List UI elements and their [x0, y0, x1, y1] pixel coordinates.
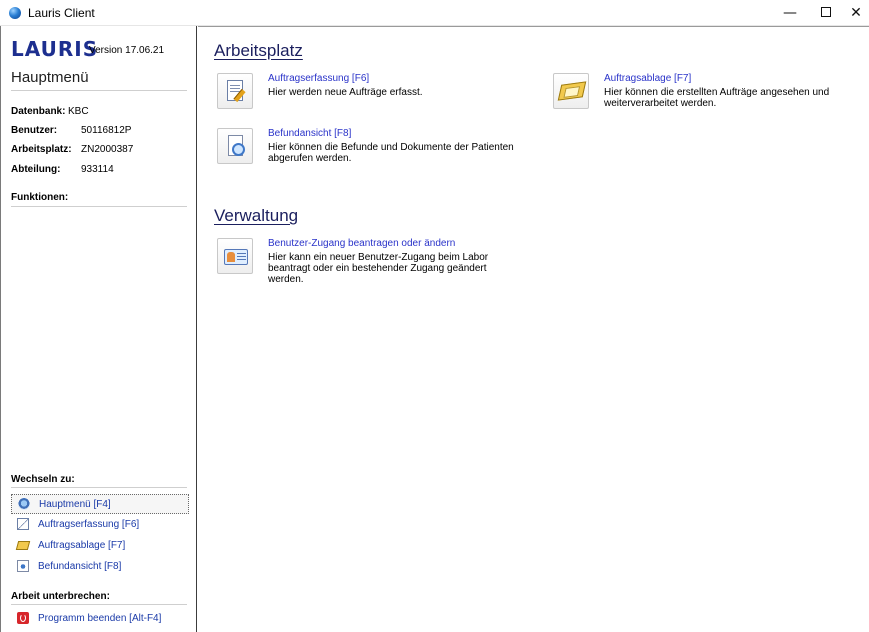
tile-description: Hier werden neue Aufträge erfasst.: [268, 87, 423, 98]
info-value: KBC: [68, 106, 89, 117]
nav-item-auftragserfassung[interactable]: Auftragserfassung [F6]: [11, 515, 189, 535]
nav-item-label: Befundansicht [F8]: [38, 561, 122, 572]
id-card-icon[interactable]: [217, 238, 253, 274]
sidebar: LAURIS Version 17.06.21 Hauptmenü Datenb…: [0, 26, 197, 632]
window-title: Lauris Client: [28, 6, 95, 20]
nav-item-label: Auftragserfassung [F6]: [38, 519, 140, 530]
tile-auftragsablage[interactable]: Auftragsablage [F7] Hier können die erst…: [553, 73, 853, 123]
info-value: 933114: [81, 164, 114, 175]
app-icon: [9, 7, 21, 19]
close-button[interactable]: ✕: [843, 0, 869, 26]
tile-link[interactable]: Auftragsablage [F7]: [604, 73, 691, 84]
info-value: ZN2000387: [81, 144, 134, 155]
lauris-logo: LAURIS: [11, 37, 99, 61]
info-workstation: Arbeitsplatz: ZN2000387: [11, 144, 133, 155]
title-bar: Lauris Client — ✕: [0, 0, 869, 26]
nav-item-hauptmenu[interactable]: Hauptmenü [F4]: [11, 494, 189, 514]
power-icon: [17, 612, 29, 624]
info-label: Abteilung:: [11, 164, 61, 175]
version-label: Version 17.06.21: [89, 45, 165, 56]
minimize-button[interactable]: —: [770, 0, 810, 26]
tray-icon[interactable]: [553, 73, 589, 109]
info-user: Benutzer: 50116812P: [11, 125, 131, 136]
tile-description: Hier kann ein neuer Benutzer-Zugang beim…: [268, 252, 489, 285]
exit-program-button[interactable]: Programm beenden [Alt-F4]: [11, 609, 189, 629]
main-panel: Arbeitsplatz Auftragserfassung [F6] Hier…: [198, 26, 869, 632]
nav-item-label: Hauptmenü [F4]: [39, 499, 111, 510]
divider: [11, 90, 187, 91]
tile-description: Hier können die Befunde und Dokumente de…: [268, 142, 514, 164]
nav-item-auftragsablage[interactable]: Auftragsablage [F7]: [11, 536, 189, 556]
tile-link[interactable]: Auftragserfassung [F6]: [268, 73, 369, 84]
divider: [11, 487, 187, 488]
divider: [11, 206, 187, 207]
switch-heading: Wechseln zu:: [11, 474, 75, 485]
info-value: 50116812P: [81, 125, 132, 136]
interrupt-heading: Arbeit unterbrechen:: [11, 591, 110, 602]
maximize-icon: [821, 7, 831, 17]
section-title-arbeitsplatz: Arbeitsplatz: [214, 41, 303, 60]
tile-befundansicht[interactable]: Befundansicht [F8] Hier können die Befun…: [217, 128, 517, 178]
tile-link[interactable]: Benutzer-Zugang beantragen oder ändern: [268, 238, 455, 249]
section-title-verwaltung: Verwaltung: [214, 206, 299, 225]
functions-heading: Funktionen:: [11, 192, 69, 203]
document-search-icon: [17, 560, 29, 572]
edit-document-icon: [17, 518, 29, 530]
tile-description: Hier können die erstellten Aufträge ange…: [604, 87, 830, 109]
exit-label: Programm beenden [Alt-F4]: [38, 613, 162, 624]
info-label: Arbeitsplatz:: [11, 144, 72, 155]
nav-item-befundansicht[interactable]: Befundansicht [F8]: [11, 557, 189, 577]
tile-auftragserfassung[interactable]: Auftragserfassung [F6] Hier werden neue …: [217, 73, 517, 123]
edit-document-icon[interactable]: [217, 73, 253, 109]
tile-link[interactable]: Befundansicht [F8]: [268, 128, 351, 139]
divider: [11, 604, 187, 605]
sidebar-title: Hauptmenü: [11, 69, 89, 86]
info-department: Abteilung: 933114: [11, 164, 114, 175]
nav-item-label: Auftragsablage [F7]: [38, 540, 126, 551]
info-label: Datenbank:: [11, 106, 66, 117]
info-label: Benutzer:: [11, 125, 58, 136]
tile-benutzer-zugang[interactable]: Benutzer-Zugang beantragen oder ändern H…: [217, 238, 517, 288]
info-database: Datenbank: KBC: [11, 106, 89, 117]
maximize-button[interactable]: [806, 0, 846, 26]
tray-icon: [15, 541, 31, 550]
document-search-icon[interactable]: [217, 128, 253, 164]
home-icon: [18, 498, 30, 510]
